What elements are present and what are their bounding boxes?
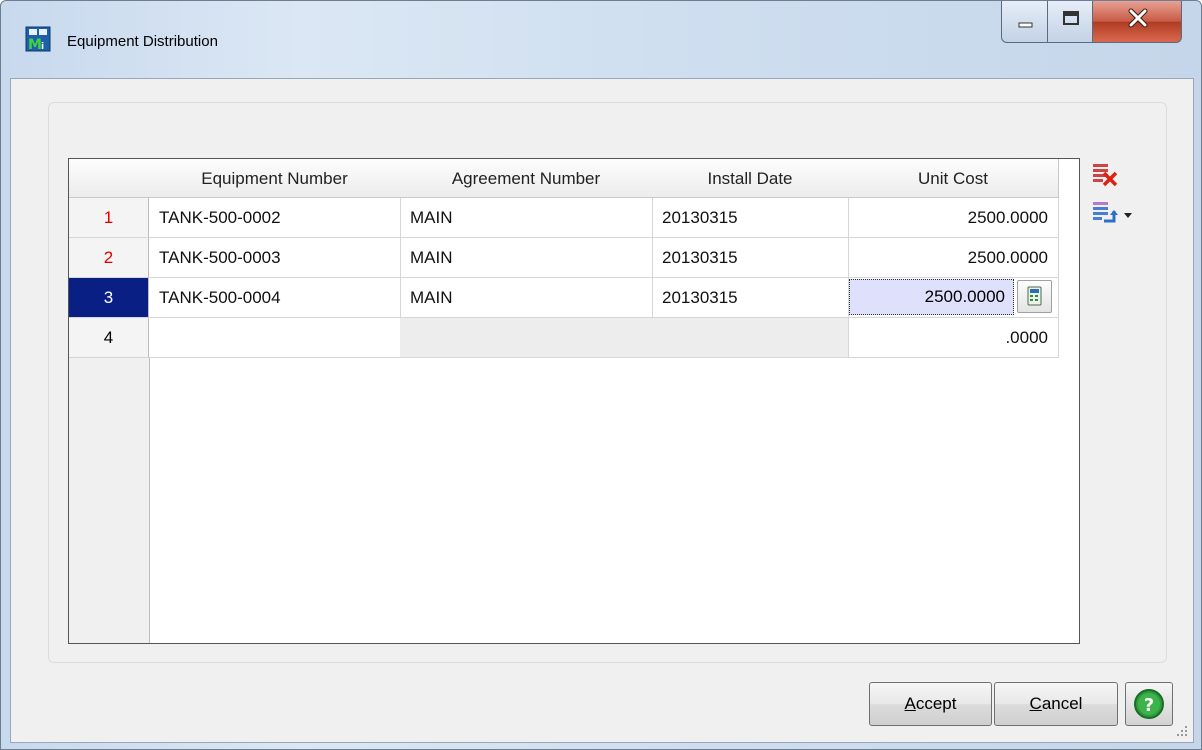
delete-row-button[interactable]	[1090, 159, 1120, 189]
cancel-button[interactable]: Cancel	[994, 682, 1118, 726]
delete-row-icon	[1093, 164, 1118, 187]
cell-install-date[interactable]: 20130315	[652, 238, 849, 278]
cell-equipment-number[interactable]: TANK-500-0004	[149, 278, 401, 318]
row-header[interactable]: 1	[69, 198, 149, 238]
cell-unit-cost[interactable]: 2500.0000	[848, 238, 1059, 278]
calculator-button[interactable]	[1017, 280, 1052, 313]
column-header-equipment-number[interactable]: Equipment Number	[149, 159, 401, 198]
resize-grip-icon[interactable]	[1175, 724, 1189, 738]
close-button[interactable]	[1092, 1, 1182, 43]
cancel-label: ancel	[1041, 694, 1083, 713]
insert-row-icon	[1093, 202, 1132, 223]
unit-cost-input[interactable]: 2500.0000	[849, 279, 1014, 315]
cell-agreement-number[interactable]: MAIN	[400, 238, 653, 278]
cell-unit-cost[interactable]: 2500.0000	[848, 198, 1059, 238]
cell-unit-cost[interactable]: .0000	[848, 318, 1059, 358]
cell-install-date[interactable]	[652, 318, 849, 358]
row-header[interactable]: 2	[69, 238, 149, 278]
row-header[interactable]: 4	[69, 318, 149, 358]
window-title: Equipment Distribution	[67, 33, 218, 50]
cell-agreement-number[interactable]: MAIN	[400, 198, 653, 238]
svg-text:?: ?	[1144, 695, 1154, 716]
equipment-distribution-window: M i Equipment Distribution Equipment Num…	[0, 0, 1202, 750]
cell-equipment-number[interactable]	[149, 318, 401, 358]
cell-install-date[interactable]: 20130315	[652, 198, 849, 238]
distribution-grid: Equipment Number Agreement Number Instal…	[68, 158, 1080, 644]
app-icon: M i	[25, 26, 51, 52]
accept-button[interactable]: Accept	[869, 682, 992, 726]
cell-equipment-number[interactable]: TANK-500-0003	[149, 238, 401, 278]
close-icon	[1128, 8, 1148, 28]
calculator-icon	[1027, 286, 1042, 306]
svg-text:M: M	[28, 37, 42, 52]
help-icon: ?	[1134, 689, 1164, 719]
row-header-empty-area	[69, 358, 150, 643]
cell-equipment-number[interactable]: TANK-500-0002	[149, 198, 401, 238]
cell-agreement-number[interactable]	[400, 318, 653, 358]
column-header-unit-cost[interactable]: Unit Cost	[848, 159, 1059, 198]
cell-install-date[interactable]: 20130315	[652, 278, 849, 318]
title-bar[interactable]: M i Equipment Distribution	[1, 1, 1201, 77]
cell-agreement-number[interactable]: MAIN	[400, 278, 653, 318]
svg-text:i: i	[41, 42, 44, 52]
maximize-button[interactable]	[1047, 1, 1093, 43]
minimize-button[interactable]	[1001, 1, 1048, 43]
dialog-client-area: Equipment Number Agreement Number Instal…	[10, 78, 1194, 743]
maximize-icon	[1063, 11, 1079, 25]
insert-row-button[interactable]	[1090, 197, 1134, 227]
column-header-agreement-number[interactable]: Agreement Number	[400, 159, 653, 198]
cancel-mnemonic: C	[1029, 694, 1042, 713]
dropdown-arrow-icon	[1124, 213, 1132, 218]
accept-mnemonic: A	[904, 694, 916, 713]
minimize-icon	[1018, 22, 1033, 28]
column-header-install-date[interactable]: Install Date	[652, 159, 849, 198]
accept-label: ccept	[915, 694, 957, 713]
help-button[interactable]: ?	[1125, 682, 1173, 726]
row-header-selected[interactable]: 3	[69, 278, 149, 318]
grid-corner	[69, 159, 150, 198]
